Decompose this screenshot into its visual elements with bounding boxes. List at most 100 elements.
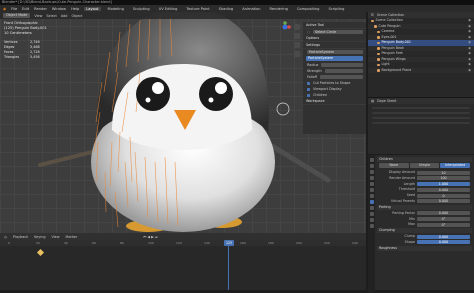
workspace-tab-animation[interactable]: Animation — [240, 7, 262, 11]
viewport-menu-object[interactable]: Object — [71, 14, 82, 18]
cut-particles-checkbox[interactable] — [307, 81, 310, 85]
mesh-object-icon — [377, 47, 380, 50]
children-checkbox[interactable] — [307, 93, 310, 97]
workspace-tab-shading[interactable]: Shading — [217, 7, 236, 11]
current-frame-indicator[interactable]: 125 — [224, 240, 234, 246]
parting-min-field[interactable]: 0° — [417, 217, 470, 222]
properties-tabs — [368, 155, 375, 293]
render-amount-field[interactable]: 100 — [417, 176, 470, 181]
physics-tab-icon[interactable] — [369, 206, 374, 210]
grid-icon[interactable] — [294, 51, 300, 57]
menu-edit[interactable]: Edit — [22, 7, 29, 11]
brush-field[interactable]: ParticleSystem — [307, 50, 363, 54]
shape-row: Shape 0.000 — [377, 240, 472, 245]
falloff-field[interactable] — [320, 75, 363, 79]
material-tab-icon[interactable] — [369, 224, 374, 228]
virtual-parents-field[interactable]: 0.000 — [417, 199, 470, 204]
render-tab-icon[interactable] — [369, 164, 374, 168]
workspace-tab-modeling[interactable]: Modeling — [106, 7, 126, 11]
ruler-tick: 0 — [8, 241, 10, 245]
secondary-editor: ▤ Dope Sheet — [368, 98, 474, 154]
outliner-icon: ☰ — [371, 13, 374, 17]
parting-max-field[interactable]: 0° — [417, 222, 470, 227]
object-tab-icon[interactable] — [369, 188, 374, 192]
length-field[interactable]: 1.000 — [417, 182, 470, 187]
viewport-menu-select[interactable]: Select — [46, 14, 56, 18]
eye-icon[interactable]: ◉ — [468, 68, 471, 74]
editor-row — [372, 107, 470, 109]
active-tool-header[interactable]: Active Tool — [303, 22, 366, 29]
menu-render[interactable]: Render — [34, 7, 47, 11]
timeline-menu-marker[interactable]: Marker — [66, 235, 78, 239]
clump-field[interactable]: 0.000 — [417, 234, 470, 239]
children-section-header[interactable]: Children — [377, 157, 472, 162]
outliner-item[interactable]: Background Plane ◉ — [368, 67, 474, 74]
display-amount-field[interactable]: 10 — [417, 170, 470, 175]
menu-help[interactable]: Help — [71, 7, 79, 11]
clumping-section-header[interactable]: Clumping — [377, 228, 472, 234]
threshold-field[interactable]: 0.000 — [417, 187, 470, 192]
options-header[interactable]: Options — [303, 35, 366, 42]
workspace-tab-scripting[interactable]: Scripting — [326, 7, 346, 11]
data-tab-icon[interactable] — [369, 218, 374, 222]
mode-interpolated-button[interactable]: Interpolated — [440, 163, 471, 168]
parting-factor-field[interactable]: 0.000 — [417, 211, 470, 216]
viewport-info-overlay: Front Orthographic (125) Penguin Body.00… — [4, 21, 47, 36]
workspace-tab-compositing[interactable]: Compositing — [295, 7, 322, 11]
ruler-tick: 120 — [176, 241, 182, 245]
roughness-section-header[interactable]: Roughness — [377, 245, 472, 251]
pan-icon[interactable] — [294, 33, 300, 39]
viewport-display-checkbox[interactable] — [307, 87, 310, 91]
workspace-tab-texture-paint[interactable]: Texture Paint — [184, 7, 211, 11]
shape-field[interactable]: 0.000 — [417, 240, 470, 245]
workspace-tab-sculpting[interactable]: Sculpting — [131, 7, 152, 11]
timeline-menu-view[interactable]: View — [52, 235, 60, 239]
zoom-icon[interactable] — [294, 24, 300, 30]
object-mode-dropdown[interactable]: Object Mode — [3, 13, 31, 18]
workspace-tab-rendering[interactable]: Rendering — [268, 7, 290, 11]
radius-field[interactable] — [321, 63, 363, 67]
modifier-tab-icon[interactable] — [369, 194, 374, 198]
parting-section-header[interactable]: Parting — [377, 204, 472, 210]
strength-field[interactable] — [324, 69, 363, 73]
viewport-stats: Vertices 2,746 Edges 5,468 Faces 2,728 Tria… — [4, 40, 40, 60]
tool-tab-icon[interactable] — [369, 158, 374, 162]
particles-tab-icon[interactable] — [369, 200, 374, 204]
settings-header[interactable]: Settings — [303, 42, 366, 49]
select-tool-field[interactable]: Select Circle — [312, 30, 363, 34]
world-tab-icon[interactable] — [369, 182, 374, 186]
output-tab-icon[interactable] — [369, 170, 374, 174]
timeline-menu-playback[interactable]: Playback — [13, 235, 28, 239]
camera-icon[interactable] — [294, 42, 300, 48]
brush-row: ParticleSystem — [303, 49, 366, 55]
mode-none-button[interactable]: None — [379, 163, 409, 168]
mode-simple-button[interactable]: Simple — [409, 163, 440, 168]
blender-logo-icon[interactable]: ◉ — [3, 7, 6, 11]
scene-tab-icon[interactable] — [369, 176, 374, 180]
workspace-tab-layout[interactable]: Layout — [84, 6, 101, 11]
workspace-header[interactable]: Workspace — [303, 98, 366, 105]
playhead-line[interactable] — [228, 246, 229, 290]
parting-min-row: Min 0° — [377, 217, 472, 222]
timeline-ruler[interactable]: 0 20 40 60 80 100 120 140 160 180 200 22… — [0, 240, 366, 246]
constraints-tab-icon[interactable] — [369, 212, 374, 216]
timeline-menu-keying[interactable]: Keying — [34, 235, 45, 239]
timeline-icon[interactable]: ◷ — [4, 235, 7, 239]
menu-window[interactable]: Window — [52, 7, 66, 11]
workspace-tab-uv-editing[interactable]: UV Editing — [157, 7, 180, 11]
viewport-menu-view[interactable]: View — [34, 14, 42, 18]
particle-properties: Children None Simple Interpolated Displa… — [377, 157, 472, 289]
ruler-tick: 200 — [296, 241, 302, 245]
navigation-gizmo-icon[interactable] — [278, 20, 292, 34]
seed-field[interactable]: 0 — [417, 193, 470, 198]
viewport-menu-add[interactable]: Add — [61, 14, 68, 18]
secondary-editor-header: ▤ Dope Sheet — [368, 98, 474, 104]
play-controls-icon[interactable]: ⏮ ◀ ▶ ⏭ — [143, 235, 158, 239]
clump-row: Clump 0.000 — [377, 234, 472, 239]
collection-icon — [374, 25, 377, 28]
menu-file[interactable]: File — [11, 7, 17, 11]
brush-selected-item[interactable]: ParticleSystem — [306, 56, 363, 61]
editor-type-icon[interactable]: ▤ — [371, 99, 374, 103]
mesh-object-icon — [377, 52, 380, 55]
mesh-object-icon — [377, 58, 380, 61]
